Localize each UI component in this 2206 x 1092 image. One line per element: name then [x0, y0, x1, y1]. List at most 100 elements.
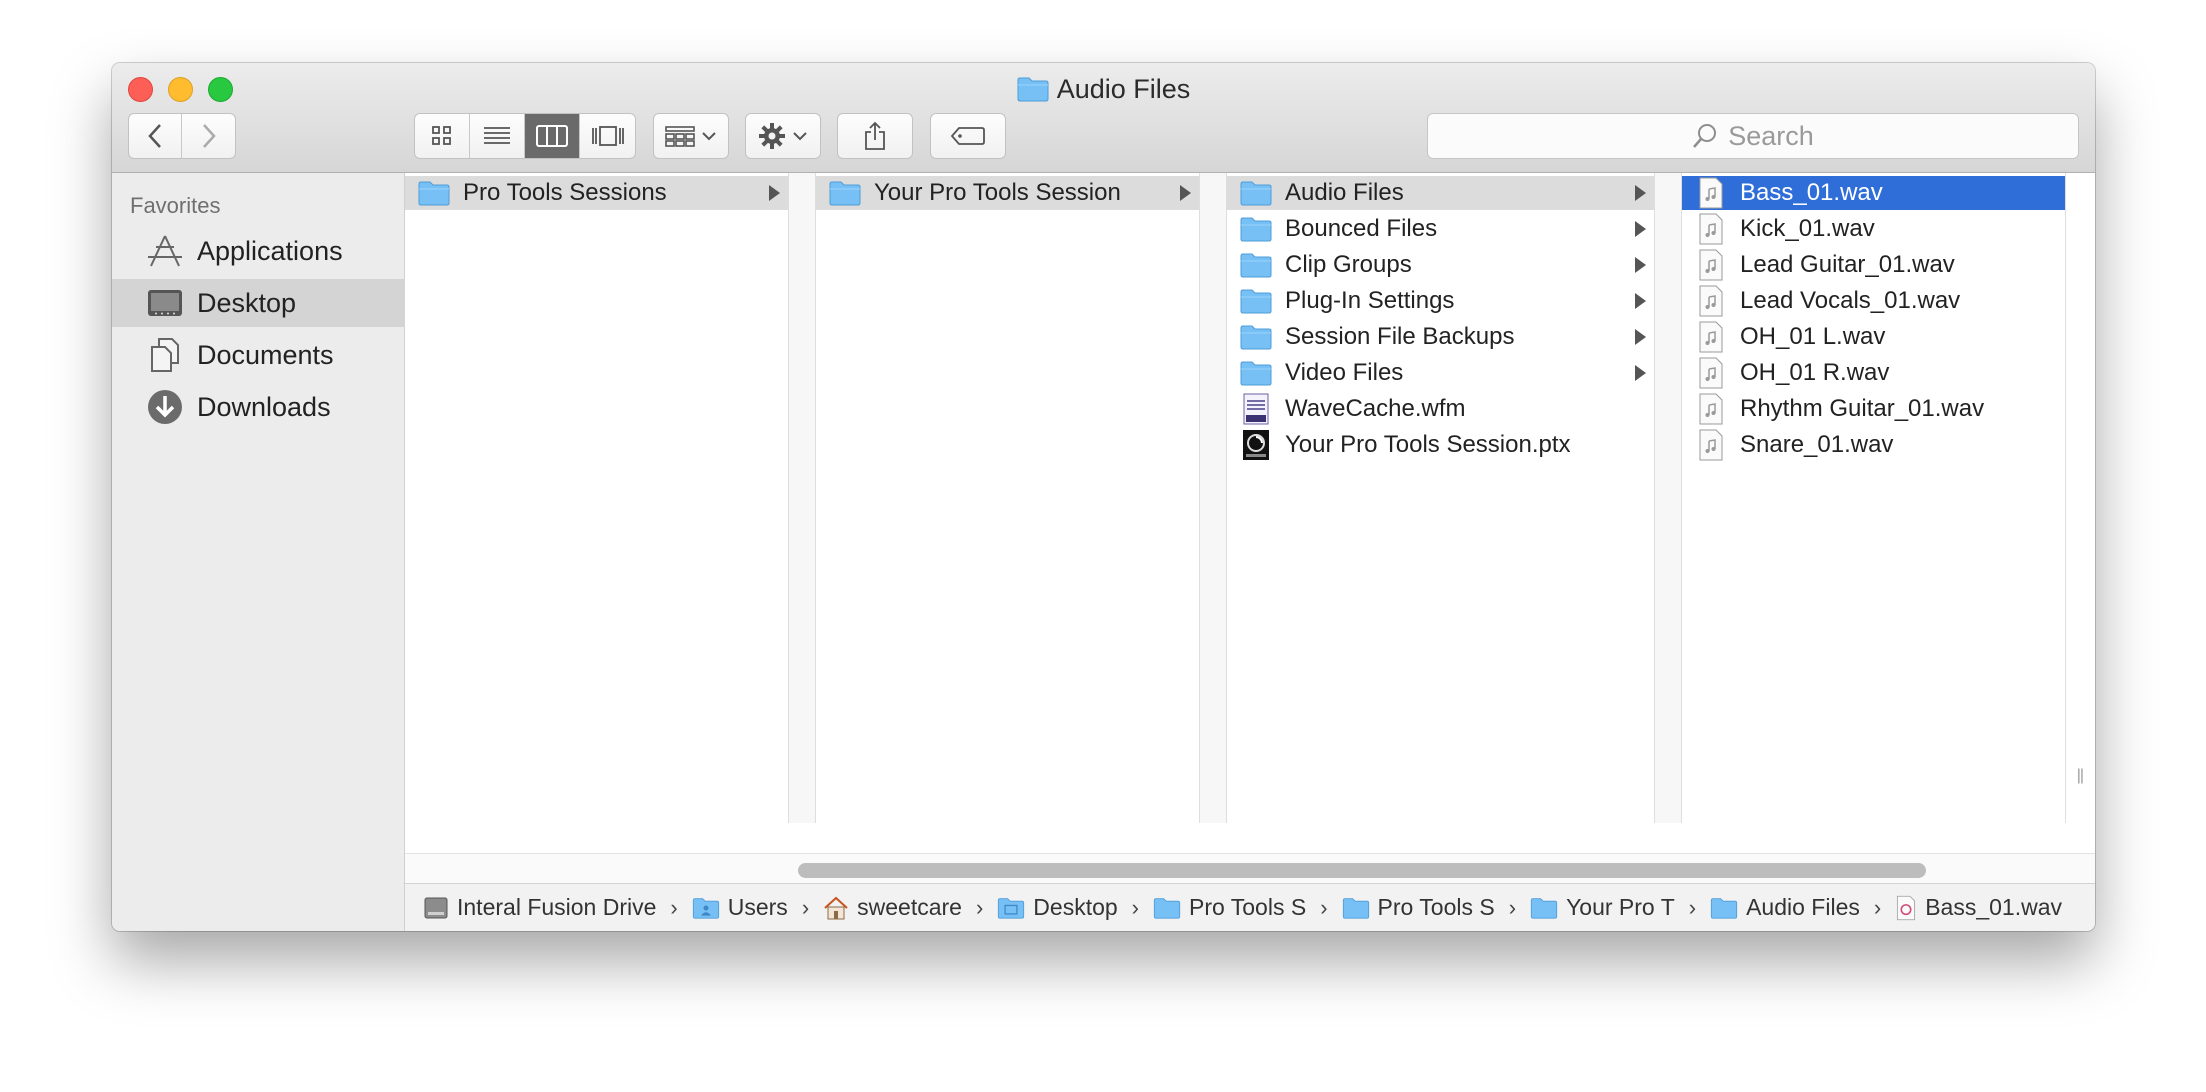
path-crumb[interactable]: Users [692, 894, 788, 921]
item-label: Plug-In Settings [1285, 287, 1454, 315]
column-divider[interactable] [1200, 173, 1227, 823]
chevron-right-icon: › [1689, 895, 1696, 921]
sidebar-item-downloads[interactable]: Downloads [112, 383, 405, 431]
gallery-view-button[interactable] [580, 114, 635, 158]
columns-icon [536, 125, 568, 147]
sidebar-item-applications[interactable]: Applications [112, 227, 405, 275]
list-item[interactable]: WaveCache.wfm [1227, 392, 1654, 426]
gear-icon [758, 122, 786, 150]
browser-column-4: Bass_01.wav Kick_01.wav Lead Guitar_01.w… [1682, 173, 2066, 823]
chevron-right-icon: › [1874, 895, 1881, 921]
item-label: Your Pro Tools Session [874, 179, 1121, 207]
list-item[interactable]: Pro Tools Sessions [405, 176, 788, 210]
list-item[interactable]: Your Pro Tools Session.ptx [1227, 428, 1654, 462]
list-item[interactable]: Audio Files [1227, 176, 1654, 210]
chevron-right-icon: › [670, 895, 677, 921]
cover-flow-icon [590, 125, 626, 147]
crumb-label: Desktop [1033, 894, 1117, 921]
folder-icon [1239, 360, 1273, 386]
disclosure-arrow-icon [1635, 329, 1646, 345]
path-crumb[interactable]: Your Pro T [1530, 894, 1675, 921]
scrollbar-thumb[interactable] [798, 863, 1926, 878]
list-view-button[interactable] [470, 114, 525, 158]
action-button[interactable] [745, 113, 821, 159]
folder-icon [1017, 75, 1049, 111]
sidebar-item-documents[interactable]: Documents [112, 331, 405, 379]
path-crumb[interactable]: Desktop [997, 894, 1117, 921]
folder-icon [1239, 252, 1273, 278]
sidebar-item-desktop[interactable]: Desktop [112, 279, 405, 327]
list-item[interactable]: Rhythm Guitar_01.wav [1682, 392, 2065, 426]
users-folder-icon [692, 897, 720, 919]
path-crumb[interactable]: Pro Tools S [1153, 894, 1306, 921]
forward-button[interactable] [182, 114, 235, 158]
list-item[interactable]: Bounced Files [1227, 212, 1654, 246]
column-divider[interactable] [789, 173, 816, 823]
share-button[interactable] [837, 113, 913, 159]
column-browser: Pro Tools Sessions Your Pro Tools Sessio… [405, 173, 2095, 853]
list-item[interactable]: Snare_01.wav [1682, 428, 2065, 462]
crumb-label: Bass_01.wav [1925, 894, 2062, 921]
chevron-left-icon [147, 123, 163, 149]
list-item[interactable]: Bass_01.wav [1682, 176, 2065, 210]
list-item[interactable]: Plug-In Settings [1227, 284, 1654, 318]
tag-icon [950, 126, 986, 146]
sidebar-item-label: Applications [197, 236, 343, 267]
list-item[interactable]: OH_01 R.wav [1682, 356, 2065, 390]
list-item[interactable]: Clip Groups [1227, 248, 1654, 282]
home-icon [823, 896, 849, 920]
documents-icon [145, 337, 185, 373]
list-item[interactable]: OH_01 L.wav [1682, 320, 2065, 354]
audio-file-icon [1694, 249, 1728, 281]
item-label: Bass_01.wav [1740, 179, 1883, 207]
sidebar-item-label: Documents [197, 340, 334, 371]
path-bar: Interal Fusion Drive › Users › sweetcare… [405, 883, 2095, 931]
path-crumb[interactable]: Pro Tools S [1342, 894, 1495, 921]
window-title-text: Audio Files [1057, 74, 1191, 104]
path-crumb[interactable]: Bass_01.wav [1895, 894, 2062, 921]
list-item[interactable]: Lead Vocals_01.wav [1682, 284, 2065, 318]
sidebar: Favorites Applications Desktop Documents… [112, 173, 405, 931]
item-label: OH_01 R.wav [1740, 359, 1889, 387]
chevron-right-icon: › [1132, 895, 1139, 921]
item-label: Your Pro Tools Session.ptx [1285, 431, 1571, 459]
disclosure-arrow-icon [1635, 257, 1646, 273]
list-item[interactable]: Lead Guitar_01.wav [1682, 248, 2065, 282]
search-icon [1692, 123, 1718, 149]
item-label: Kick_01.wav [1740, 215, 1875, 243]
folder-icon [1239, 180, 1273, 206]
chevron-down-icon [792, 131, 808, 141]
browser-column-3: Audio Files Bounced Files Clip Groups Pl… [1227, 173, 1655, 823]
list-item[interactable]: Video Files [1227, 356, 1654, 390]
item-label: Lead Guitar_01.wav [1740, 251, 1955, 279]
path-crumb[interactable]: Audio Files [1710, 894, 1860, 921]
arrange-grid-icon [665, 125, 695, 147]
item-label: Session File Backups [1285, 323, 1514, 351]
crumb-label: Pro Tools S [1378, 894, 1495, 921]
icon-view-button[interactable] [415, 114, 470, 158]
path-crumb[interactable]: Interal Fusion Drive [423, 894, 656, 921]
horizontal-scrollbar[interactable] [405, 853, 2095, 883]
audio-file-icon [1895, 895, 1917, 921]
column-view-button[interactable] [525, 114, 580, 158]
list-item[interactable]: Your Pro Tools Session [816, 176, 1199, 210]
column-divider[interactable] [1655, 173, 1682, 823]
crumb-label: Your Pro T [1566, 894, 1675, 921]
desktop-folder-icon [997, 897, 1025, 919]
path-crumb[interactable]: sweetcare [823, 894, 962, 921]
column-resize-handle[interactable]: || [2077, 767, 2083, 785]
search-field[interactable]: Search [1427, 113, 2079, 159]
chevron-right-icon: › [976, 895, 983, 921]
chevron-right-icon: › [1509, 895, 1516, 921]
folder-icon [1342, 897, 1370, 919]
crumb-label: Users [728, 894, 788, 921]
arrange-button[interactable] [653, 113, 729, 159]
list-item[interactable]: Kick_01.wav [1682, 212, 2065, 246]
audio-file-icon [1694, 393, 1728, 425]
tags-button[interactable] [930, 113, 1006, 159]
back-button[interactable] [129, 114, 182, 158]
item-label: Snare_01.wav [1740, 431, 1893, 459]
list-item[interactable]: Session File Backups [1227, 320, 1654, 354]
crumb-label: sweetcare [857, 894, 962, 921]
toolbar: Audio Files [112, 63, 2095, 173]
